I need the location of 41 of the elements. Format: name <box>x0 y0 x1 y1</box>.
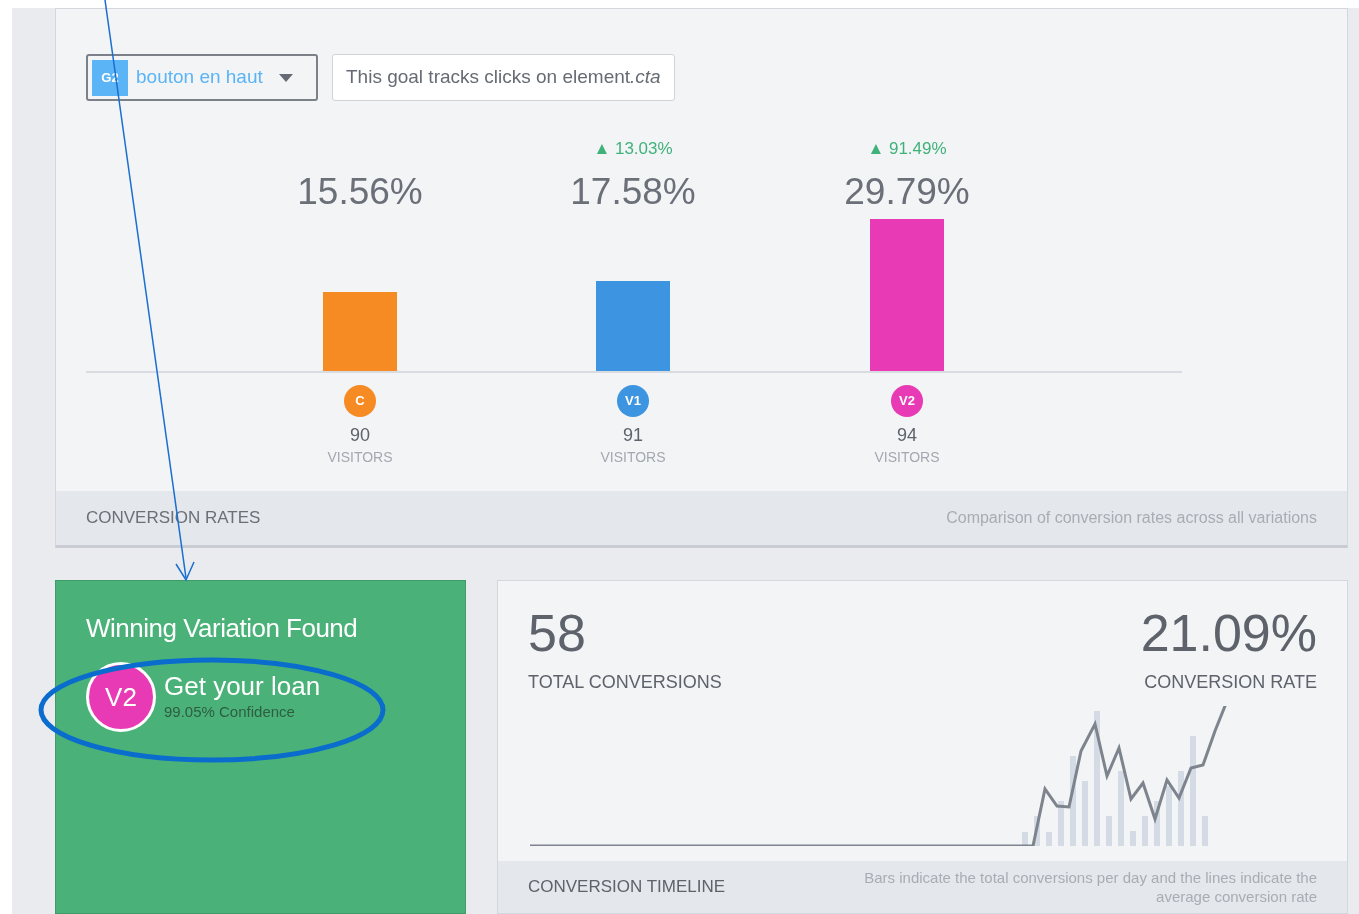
total-conversions-label: TOTAL CONVERSIONS <box>528 671 722 694</box>
variation-badge: V2 <box>891 385 923 417</box>
rate-value: 15.56% <box>296 170 424 214</box>
daily-conversion-bar <box>1058 801 1064 846</box>
visitors-label: VISITORS <box>873 448 941 467</box>
goal-dropdown[interactable]: G2 bouton en haut <box>86 54 318 101</box>
daily-conversion-bar <box>1130 831 1136 846</box>
variation-badge: V1 <box>617 385 649 417</box>
winner-title: Winning Variation Found <box>86 612 359 645</box>
confidence-label: 99.05% Confidence <box>164 701 296 722</box>
daily-conversion-bar <box>1106 816 1112 846</box>
daily-conversion-bar <box>1154 801 1160 846</box>
goal-description: This goal tracks clicks on element.cta <box>332 54 675 101</box>
variation-badge: C <box>344 385 376 417</box>
conversion-rate: 21.09% <box>1140 603 1317 663</box>
daily-conversion-bar <box>1046 832 1052 846</box>
rate-value: 29.79% <box>843 170 971 214</box>
visitors-label: VISITORS <box>326 448 394 467</box>
footer-title: CONVERSION TIMELINE <box>528 876 726 899</box>
winner-badge: V2 <box>86 662 156 732</box>
goal-name: bouton en haut <box>136 65 263 90</box>
daily-conversion-bar <box>1142 816 1148 846</box>
visitor-count: 91 <box>622 424 644 447</box>
footer-note: Comparison of conversion rates across all variations <box>946 508 1317 528</box>
conversion-rate-label: CONVERSION RATE <box>1144 671 1317 694</box>
winner-name: Get your loan <box>164 670 321 701</box>
daily-conversion-bar <box>1082 781 1088 846</box>
daily-conversion-bar <box>1022 832 1028 846</box>
rate-value: 17.58% <box>569 170 697 214</box>
visitors-label: VISITORS <box>599 448 667 467</box>
visitor-count: 90 <box>349 424 371 447</box>
total-conversions: 58 <box>528 603 587 663</box>
daily-conversion-bar <box>1034 816 1040 846</box>
daily-conversion-bar <box>1202 816 1208 846</box>
lift-label: ▲ 91.49% <box>866 138 948 160</box>
footer-note: Bars indicate the total conversions per day and the lines indicate the average conversion rate <box>863 868 1317 906</box>
lift-label: ▲ 13.03% <box>592 138 674 160</box>
visitor-count: 94 <box>896 424 918 447</box>
goal-badge: G2 <box>92 59 128 96</box>
caret-icon <box>278 73 293 82</box>
daily-conversion-bar <box>1166 786 1172 846</box>
